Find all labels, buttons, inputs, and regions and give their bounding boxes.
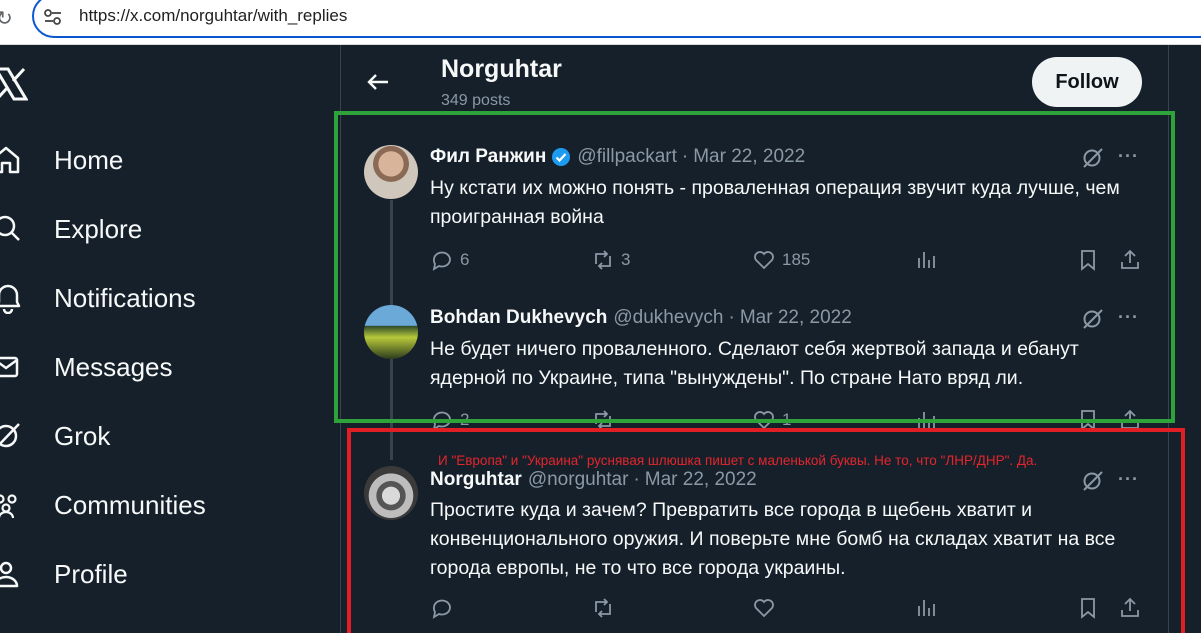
url-text[interactable]: https://x.com/norguhtar/with_replies xyxy=(79,6,347,26)
annotation-text: И "Европа" и "Украина" руснявая шлюшка п… xyxy=(438,453,1038,468)
back-arrow-icon[interactable] xyxy=(366,70,390,94)
sidebar-item-label: Communities xyxy=(54,489,206,520)
browser-chrome: ↻ https://x.com/norguhtar/with_replies xyxy=(0,0,1201,44)
follow-button[interactable]: Follow xyxy=(1032,57,1142,107)
person-icon xyxy=(0,561,19,588)
green-highlight-box xyxy=(334,111,1175,423)
posts-count: 349 posts xyxy=(441,92,511,109)
site-settings-icon[interactable] xyxy=(44,9,62,25)
sidebar-item-label: Grok xyxy=(54,420,111,451)
sidebar-item-label: Notifications xyxy=(54,282,196,313)
sidebar-item-label: Messages xyxy=(54,351,173,382)
sidebar-item-label: Profile xyxy=(54,558,128,589)
sidebar-item-label: Explore xyxy=(54,213,143,244)
communities-icon xyxy=(0,494,17,519)
x-logo-icon[interactable] xyxy=(0,67,28,101)
mail-icon xyxy=(0,356,19,378)
sidebar: Home Explore Notifications Messages Grok xyxy=(0,45,340,633)
search-icon xyxy=(0,215,20,241)
reload-icon[interactable]: ↻ xyxy=(0,6,13,30)
page-title: Norguhtar xyxy=(441,55,562,83)
bell-icon xyxy=(0,284,21,314)
home-icon xyxy=(0,146,20,174)
grok-icon xyxy=(0,423,20,448)
sidebar-item-label: Home xyxy=(54,144,124,175)
